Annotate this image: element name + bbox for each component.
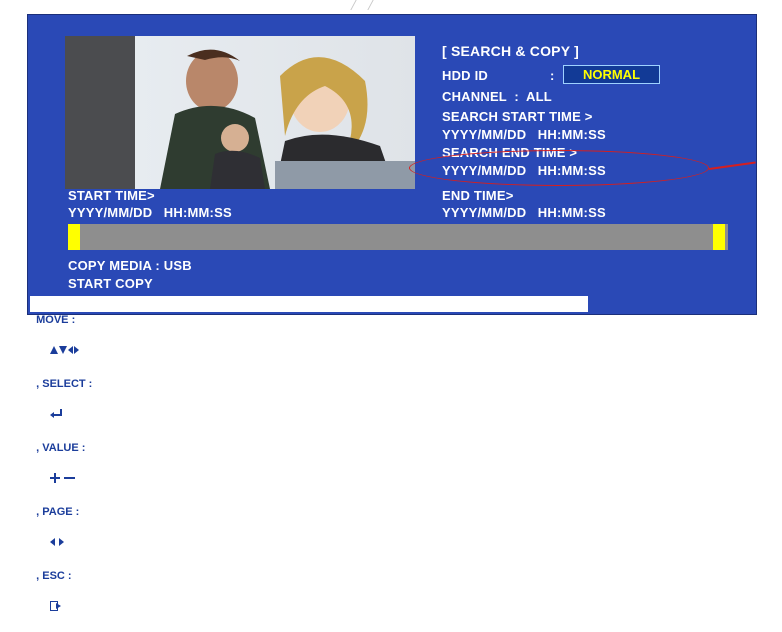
channel-setting[interactable]: CHANNEL : ALL [442, 89, 552, 104]
move-label: MOVE : [36, 314, 76, 326]
hdd-id-label: HDD ID [442, 68, 488, 83]
start-copy-button[interactable]: START COPY [68, 276, 153, 291]
end-time-field[interactable]: YYYY/MM/DD HH:MM:SS [442, 205, 606, 220]
top-decoration [350, 0, 374, 10]
esc-label: , ESC : [36, 570, 72, 582]
search-start-time-label: SEARCH START TIME > [442, 109, 593, 124]
page-label: , PAGE : [36, 506, 80, 518]
start-time-field[interactable]: YYYY/MM/DD HH:MM:SS [68, 205, 232, 220]
search-start-time-field[interactable]: YYYY/MM/DD HH:MM:SS [442, 127, 606, 142]
copy-media-setting[interactable]: COPY MEDIA : USB [68, 258, 192, 273]
start-time-label: START TIME> [68, 188, 155, 203]
value-label: , VALUE : [36, 442, 86, 454]
key-help-bar: MOVE : , SELECT : , VALUE : , PAGE : , E… [30, 296, 588, 611]
search-copy-title: [ SEARCH & COPY ] [442, 43, 579, 59]
arrow-keys-icon [38, 328, 80, 376]
timeline-start-handle[interactable] [68, 224, 80, 250]
left-right-icon [38, 520, 65, 568]
family-photo-image [65, 36, 415, 189]
end-time-label: END TIME> [442, 188, 514, 203]
highlight-ellipse [409, 150, 709, 186]
timeline-bar[interactable] [68, 224, 728, 250]
hdd-id-field[interactable]: NORMAL [563, 65, 660, 84]
select-label: , SELECT : [36, 378, 93, 390]
exit-icon [38, 584, 62, 632]
enter-icon [38, 392, 64, 440]
hdd-id-colon: : [550, 68, 555, 83]
plus-minus-icon [38, 456, 76, 504]
timeline-end-handle[interactable] [713, 224, 725, 250]
